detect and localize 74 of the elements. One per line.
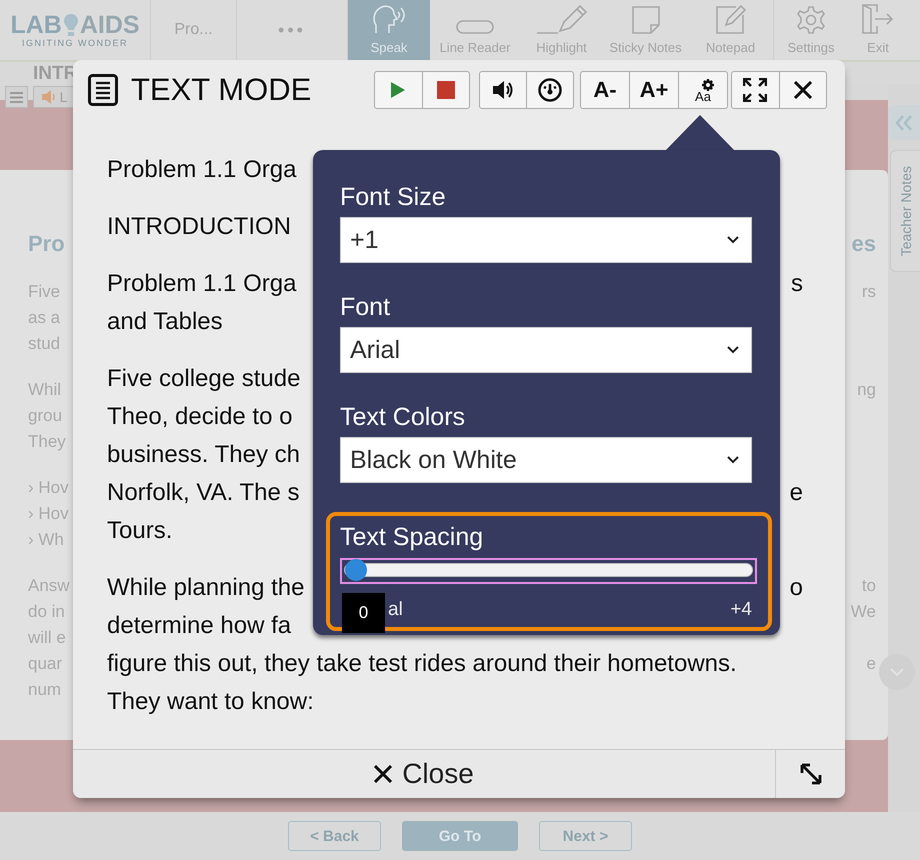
document-icon <box>88 74 118 106</box>
field-label: Font Size <box>340 182 447 212</box>
body-text: Norfolk, VA. The s <box>107 478 300 508</box>
gear-icon <box>702 79 714 91</box>
slider-thumb[interactable] <box>345 559 367 581</box>
settings-icon <box>797 6 825 34</box>
fullscreen-button[interactable] <box>731 71 780 109</box>
volume-button[interactable] <box>479 71 527 109</box>
body-text: and Tables <box>107 307 223 337</box>
chevron-down-icon <box>727 456 739 464</box>
body-text: Tours. <box>107 516 172 546</box>
text-size-button[interactable]: A- <box>580 71 630 109</box>
body-text: Theo, decide to o <box>107 402 292 432</box>
body-text: Problem 1.1 Orga <box>107 155 296 185</box>
body-text: They want to know: <box>107 687 314 717</box>
fullscreen-icon <box>743 78 768 102</box>
dialog-title: TEXT MODE <box>131 72 312 108</box>
menu-icon <box>10 92 23 102</box>
body-text: s <box>791 269 803 299</box>
gauge-icon <box>538 78 562 102</box>
nav-button[interactable]: Go To <box>402 821 518 851</box>
exit-icon <box>862 4 894 34</box>
body-text: Five college stude <box>107 364 300 394</box>
body-text: INTRODUCTION <box>107 212 291 242</box>
close-button[interactable]: Close <box>73 750 775 798</box>
body-text: e <box>790 478 803 508</box>
logo-text: LAB <box>10 12 62 38</box>
lightbulb-icon <box>62 12 79 36</box>
nav-button[interactable]: Next > <box>539 821 632 851</box>
tool-button[interactable]: Speak <box>348 0 430 60</box>
value-tooltip: 0 <box>342 593 385 633</box>
pencil-icon <box>536 4 588 34</box>
field-label: Text Colors <box>340 402 466 432</box>
body-text: o <box>790 573 803 603</box>
speed-button[interactable] <box>526 71 574 109</box>
dropdown[interactable]: Black on White <box>340 437 752 483</box>
chevron-down-icon <box>727 236 739 244</box>
text-size-button[interactable]: A+ <box>629 71 679 109</box>
sticky-note-icon <box>632 6 660 34</box>
stop-icon <box>436 81 455 99</box>
section-title: es <box>852 230 876 258</box>
body-text: Problem 1.1 Orga <box>107 269 296 299</box>
dropdown[interactable]: +1 <box>340 217 752 263</box>
speaker-icon <box>40 90 57 104</box>
teacher-notes-tab[interactable]: Teacher Notes <box>890 150 920 272</box>
volume-icon <box>492 80 514 100</box>
speaking-head-icon <box>372 4 406 34</box>
play-icon <box>391 82 406 98</box>
close-icon <box>374 765 392 783</box>
slider-max-label: +4 <box>730 598 752 622</box>
close-button[interactable] <box>778 71 827 109</box>
body-text: determine how fa <box>107 611 292 641</box>
more-button[interactable]: ••• <box>278 20 306 40</box>
section-title: Pro <box>28 230 65 258</box>
stop-button[interactable] <box>422 71 470 109</box>
spacing-slider[interactable] <box>340 558 757 584</box>
logo-tagline: IGNITING WONDER <box>22 38 128 48</box>
dropdown[interactable]: Arial <box>340 327 752 373</box>
double-chevron-icon <box>895 114 913 130</box>
logo-text: AIDS <box>80 12 140 38</box>
play-button[interactable] <box>374 71 422 109</box>
rounded-bar-icon <box>456 20 494 34</box>
text-options-button[interactable]: Aa <box>678 71 728 109</box>
body-text: business. They ch <box>107 440 300 470</box>
chevron-down-icon <box>727 346 739 354</box>
field-label: Font <box>340 292 392 322</box>
nav-button[interactable]: < Back <box>288 821 381 851</box>
resize-icon <box>798 762 822 786</box>
field-label: Text Spacing <box>340 522 484 552</box>
edit-icon <box>716 4 746 34</box>
body-text: While planning the <box>107 573 304 603</box>
body-text: figure this out, they take test rides around their hometowns. <box>107 649 737 679</box>
close-icon <box>794 81 812 99</box>
slider-min-label: al <box>388 598 403 622</box>
